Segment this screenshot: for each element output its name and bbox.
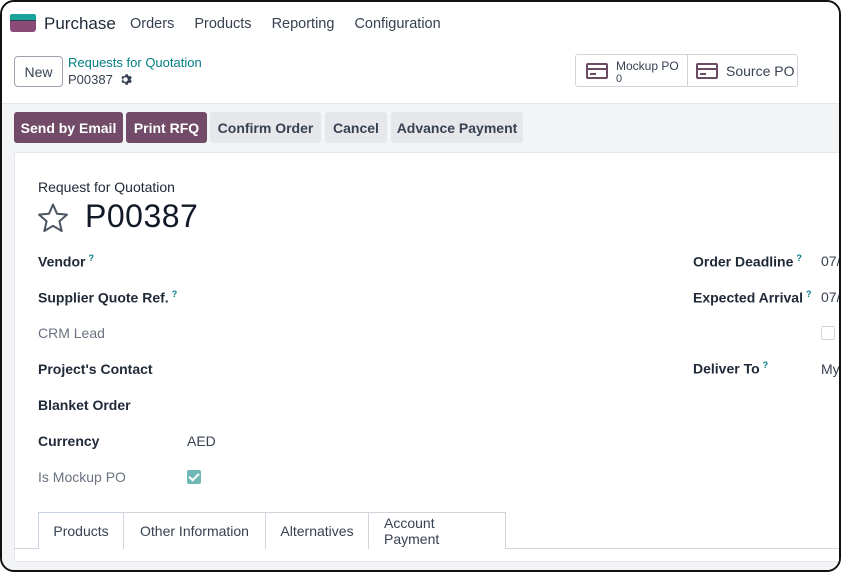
- tab-account-payment[interactable]: Account Payment: [368, 512, 506, 549]
- menu-reporting[interactable]: Reporting: [272, 16, 335, 32]
- breadcrumb-current: P00387: [68, 72, 132, 87]
- cancel-button[interactable]: Cancel: [325, 112, 387, 143]
- document-type-caption: Request for Quotation: [38, 179, 175, 195]
- blanket-order-label: Blanket Order: [38, 397, 131, 413]
- source-po-button[interactable]: Source PO: [688, 55, 797, 86]
- menu-orders[interactable]: Orders: [130, 16, 174, 32]
- supplier-ref-label-text: Supplier Quote Ref.: [38, 289, 169, 306]
- action-bar: Send by Email Print RFQ Confirm Order Ca…: [2, 104, 839, 152]
- projects-contact-label: Project's Contact: [38, 361, 153, 377]
- order-deadline-label-text: Order Deadline: [693, 253, 794, 270]
- credit-card-icon: [696, 63, 718, 79]
- purchase-app-icon[interactable]: [10, 14, 36, 34]
- deliver-to-label: Deliver To?: [693, 360, 768, 377]
- control-panel: New Requests for Quotation P00387 Mockup…: [2, 46, 839, 104]
- vendor-label: Vendor?: [38, 253, 94, 270]
- help-icon[interactable]: ?: [763, 360, 769, 370]
- notebook-tabs: Products Other Information Alternatives …: [38, 512, 506, 549]
- currency-field[interactable]: AED: [187, 433, 216, 449]
- tab-products[interactable]: Products: [38, 512, 124, 549]
- record-id: P00387: [68, 72, 113, 87]
- document-number: P00387: [85, 198, 199, 234]
- order-deadline-label: Order Deadline?: [693, 253, 802, 270]
- breadcrumb-rfq-link[interactable]: Requests for Quotation: [68, 55, 202, 70]
- expected-arrival-label-text: Expected Arrival: [693, 289, 803, 306]
- expected-arrival-label: Expected Arrival?: [693, 289, 811, 306]
- tab-other-information[interactable]: Other Information: [123, 512, 266, 549]
- window-frame: Purchase Orders Products Reporting Confi…: [0, 0, 841, 572]
- deliver-to-field[interactable]: My: [821, 361, 839, 377]
- mockup-po-label: Mockup PO: [616, 59, 679, 73]
- top-navbar: Purchase Orders Products Reporting Confi…: [2, 2, 839, 46]
- tab-alternatives[interactable]: Alternatives: [265, 512, 369, 549]
- crm-lead-label: CRM Lead: [38, 325, 105, 341]
- send-by-email-button[interactable]: Send by Email: [14, 112, 123, 143]
- arrival-ask-checkbox[interactable]: [821, 326, 835, 340]
- help-icon[interactable]: ?: [806, 289, 812, 299]
- mockup-po-button[interactable]: Mockup PO 0: [576, 55, 688, 86]
- star-icon[interactable]: [37, 202, 69, 234]
- print-rfq-button[interactable]: Print RFQ: [126, 112, 207, 143]
- smart-buttons: Mockup PO 0 Source PO: [575, 54, 798, 87]
- gear-icon[interactable]: [119, 73, 132, 86]
- help-icon[interactable]: ?: [796, 253, 802, 263]
- confirm-order-button[interactable]: Confirm Order: [210, 112, 321, 143]
- vendor-label-text: Vendor: [38, 253, 86, 270]
- mockup-po-count: 0: [616, 73, 623, 85]
- advance-payment-button[interactable]: Advance Payment: [391, 112, 523, 143]
- menu-products[interactable]: Products: [194, 16, 251, 32]
- menu-configuration[interactable]: Configuration: [354, 16, 440, 32]
- deliver-to-label-text: Deliver To: [693, 360, 760, 377]
- is-mockup-label: Is Mockup PO: [38, 469, 126, 485]
- is-mockup-checkbox[interactable]: [187, 470, 201, 484]
- credit-card-icon: [586, 63, 608, 79]
- help-icon[interactable]: ?: [172, 289, 178, 299]
- help-icon[interactable]: ?: [88, 253, 94, 263]
- currency-label: Currency: [38, 433, 100, 449]
- order-deadline-field[interactable]: 07/: [821, 253, 839, 269]
- source-po-label: Source PO: [726, 63, 795, 79]
- new-button[interactable]: New: [14, 56, 63, 87]
- expected-arrival-field[interactable]: 07/: [821, 289, 839, 305]
- main-menu: Orders Products Reporting Configuration: [130, 16, 461, 32]
- supplier-ref-label: Supplier Quote Ref.?: [38, 289, 177, 306]
- app-name[interactable]: Purchase: [44, 14, 116, 34]
